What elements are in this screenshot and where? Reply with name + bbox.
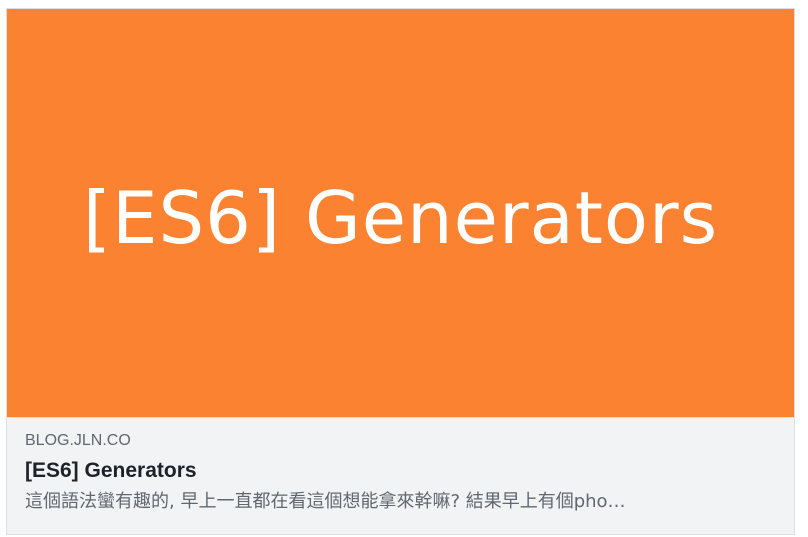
- link-preview-image[interactable]: [ES6] Generators: [7, 9, 794, 417]
- link-description: 這個語法蠻有趣的, 早上一直都在看這個想能拿來幹嘛? 結果早上有個pho…: [25, 491, 626, 512]
- image-title-text: [ES6] Generators: [82, 176, 719, 260]
- link-preview-card[interactable]: [ES6] Generators BLOG.JLN.CO [ES6] Gener…: [6, 8, 795, 535]
- link-domain: BLOG.JLN.CO: [25, 432, 131, 449]
- link-title[interactable]: [ES6] Generators: [25, 458, 776, 484]
- link-preview-meta[interactable]: BLOG.JLN.CO [ES6] Generators 這個語法蠻有趣的, 早…: [7, 417, 794, 534]
